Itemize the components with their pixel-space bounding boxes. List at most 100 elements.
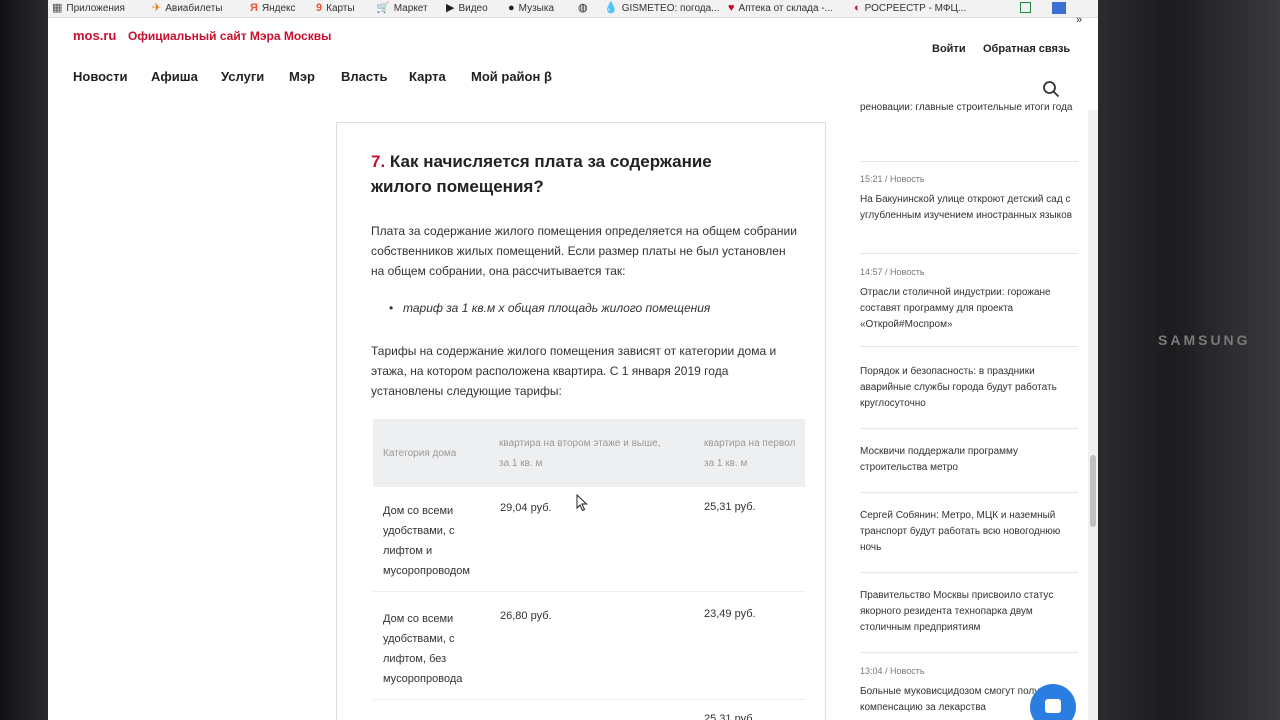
news-item[interactable]: 15:21 / Новость На Бакунинской улице отк… bbox=[860, 172, 1080, 224]
row-divider bbox=[373, 591, 805, 592]
question-number: 7. bbox=[371, 152, 386, 171]
monitor-bezel-right bbox=[1098, 0, 1280, 720]
news-headline: Правительство Москвы присвоило статус як… bbox=[860, 590, 1054, 633]
login-link[interactable]: Войти bbox=[932, 43, 966, 55]
faq-article: 7. Как начисляется плата за содержание ж… bbox=[336, 122, 826, 720]
bookmark-label: Аптека от склада -... bbox=[738, 2, 834, 14]
formula-bullet: тариф за 1 кв.м х общая площадь жилого п… bbox=[403, 301, 711, 315]
scrollbar-thumb[interactable] bbox=[1090, 455, 1096, 527]
bullet-marker: • bbox=[389, 301, 394, 315]
nav-item-mayor[interactable]: Мэр bbox=[289, 69, 315, 84]
bookmark-gismeteo[interactable]: 💧 GISMETEO: погода... bbox=[604, 2, 720, 14]
news-item[interactable]: Правительство Москвы присвоило статус як… bbox=[860, 588, 1080, 636]
globe-icon: ◍ bbox=[578, 2, 588, 14]
nav-item-afisha[interactable]: Афиша bbox=[151, 69, 198, 84]
site-subtitle[interactable]: Официальный сайт Мэра Москвы bbox=[128, 29, 331, 43]
bookmark-aviabilety[interactable]: ✈ Авиабилеты bbox=[152, 2, 223, 14]
news-item[interactable]: реновации: главные строительные итоги го… bbox=[860, 100, 1080, 116]
news-meta: 15:21 / Новость bbox=[860, 174, 925, 184]
bookmark-apteka[interactable]: ♥ Аптека от склада -... bbox=[728, 2, 833, 14]
bookmark-yandex[interactable]: Я Яндекс bbox=[250, 2, 296, 14]
news-meta: 13:04 / Новость bbox=[860, 666, 925, 676]
bookmarks-bar: ▦ Приложения ✈ Авиабилеты Я Яндекс 9 Кар… bbox=[48, 0, 1098, 18]
news-divider bbox=[860, 428, 1078, 429]
bookmark-label: Музыка bbox=[518, 2, 555, 14]
question-title: 7. Как начисляется плата за содержание ж… bbox=[371, 149, 771, 199]
maps-pin-icon: 9 bbox=[316, 2, 323, 14]
chat-bubble-icon bbox=[1045, 699, 1061, 713]
price-first-floor: 25,31 руб. bbox=[704, 501, 756, 513]
column-header-upper-floors: квартира на втором этаже и выше, bbox=[499, 438, 661, 449]
question-text: Как начисляется плата за содержание жило… bbox=[371, 152, 712, 196]
bookmark-label: Авиабилеты bbox=[165, 2, 223, 14]
bookmark-rosreestr[interactable]: ◐ РОСРЕЕСТР - МФЦ... bbox=[854, 2, 966, 14]
plane-icon: ✈ bbox=[152, 2, 162, 14]
news-divider bbox=[860, 253, 1078, 254]
site-logo[interactable]: mos.ru bbox=[73, 28, 116, 43]
bookmark-label: Маркет bbox=[393, 2, 428, 14]
bookmark-karty[interactable]: 9 Карты bbox=[316, 2, 355, 14]
price-upper-floors: 26,80 руб. bbox=[500, 610, 552, 622]
news-item[interactable]: 14:57 / Новость Отрасли столичной индуст… bbox=[860, 265, 1080, 333]
bookmark-market[interactable]: 🛒 Маркет bbox=[376, 2, 428, 14]
bookmark-globe[interactable]: ◍ bbox=[578, 2, 588, 14]
bookmark-apps[interactable]: ▦ Приложения bbox=[52, 2, 125, 14]
nav-item-map[interactable]: Карта bbox=[409, 69, 446, 84]
price-upper-floors: 29,04 руб. bbox=[500, 502, 552, 514]
row-category-line: удобствами, с bbox=[383, 633, 455, 645]
news-item[interactable]: Москвичи поддержали программу строительс… bbox=[860, 444, 1080, 476]
news-headline: Порядок и безопасность: в праздники авар… bbox=[860, 366, 1057, 409]
row-category-line: лифтом, без bbox=[383, 653, 447, 665]
news-headline: Сергей Собянин: Метро, МЦК и наземный тр… bbox=[860, 510, 1061, 553]
news-meta: 14:57 / Новость bbox=[860, 267, 925, 277]
news-divider bbox=[860, 346, 1078, 347]
extension-icon[interactable] bbox=[1052, 2, 1066, 14]
bookmark-label: Яндекс bbox=[261, 2, 296, 14]
bookmark-label: GISMETEO: погода... bbox=[621, 2, 720, 14]
price-first-floor: 23,49 руб. bbox=[704, 608, 756, 620]
nav-item-government[interactable]: Власть bbox=[341, 69, 387, 84]
tariff-table-header: Категория дома квартира на втором этаже … bbox=[373, 419, 805, 487]
news-divider bbox=[860, 652, 1078, 653]
heart-icon: ♥ bbox=[728, 2, 735, 14]
nav-item-services[interactable]: Услуги bbox=[221, 69, 264, 84]
news-headline: На Бакунинской улице откроют детский сад… bbox=[860, 194, 1073, 221]
monitor-bezel-left bbox=[0, 0, 48, 720]
extension-icon[interactable] bbox=[1020, 2, 1031, 13]
row-category-line: мусоропроводом bbox=[383, 565, 470, 577]
search-icon[interactable] bbox=[1042, 80, 1060, 98]
drop-icon: 💧 bbox=[604, 2, 618, 14]
apps-icon: ▦ bbox=[52, 2, 63, 14]
nav-item-news[interactable]: Новости bbox=[73, 69, 128, 84]
row-category-line: лифтом и bbox=[383, 545, 433, 557]
cart-icon: 🛒 bbox=[376, 2, 390, 14]
bookmark-label: Видео bbox=[458, 2, 488, 14]
row-category-line: удобствами, с bbox=[383, 525, 455, 537]
news-headline: реновации: главные строительные итоги го… bbox=[860, 102, 1073, 113]
news-item[interactable]: Порядок и безопасность: в праздники авар… bbox=[860, 364, 1080, 412]
nav-item-my-district[interactable]: Мой район β bbox=[471, 69, 552, 84]
price-first-floor: 25,31 руб. bbox=[704, 713, 756, 720]
scrollbar-track[interactable] bbox=[1088, 110, 1098, 720]
music-icon: ● bbox=[508, 2, 515, 14]
column-header-first-floor: квартира на первол bbox=[704, 438, 796, 449]
news-headline: Отрасли столичной индустрии: горожане со… bbox=[860, 287, 1051, 330]
video-play-icon: ▶ bbox=[446, 2, 455, 14]
feedback-link[interactable]: Обратная связь bbox=[983, 43, 1070, 55]
row-divider bbox=[373, 699, 805, 700]
bookmark-video[interactable]: ▶ Видео bbox=[446, 2, 488, 14]
bookmark-label: Приложения bbox=[66, 2, 125, 14]
bookmark-label: РОСРЕЕСТР - МФЦ... bbox=[864, 2, 967, 14]
row-category-line: Дом со всеми bbox=[383, 613, 454, 625]
paragraph-tariffs: Тарифы на содержание жилого помещения за… bbox=[371, 344, 777, 398]
bookmark-muzyka[interactable]: ● Музыка bbox=[508, 2, 554, 14]
browser-screen: ▦ Приложения ✈ Авиабилеты Я Яндекс 9 Кар… bbox=[48, 0, 1098, 720]
news-headline: Москвичи поддержали программу строительс… bbox=[860, 446, 1019, 473]
column-header-category: Категория дома bbox=[383, 448, 457, 459]
news-item[interactable]: Сергей Собянин: Метро, МЦК и наземный тр… bbox=[860, 508, 1080, 556]
monitor-brand-logo: SAMSUNG bbox=[1158, 332, 1251, 348]
row-category-line: мусоропровода bbox=[383, 673, 463, 685]
rosreestr-icon: ◐ bbox=[854, 2, 861, 14]
news-divider bbox=[860, 572, 1078, 573]
paragraph-payment-rule: Плата за содержание жилого помещения опр… bbox=[371, 224, 797, 278]
